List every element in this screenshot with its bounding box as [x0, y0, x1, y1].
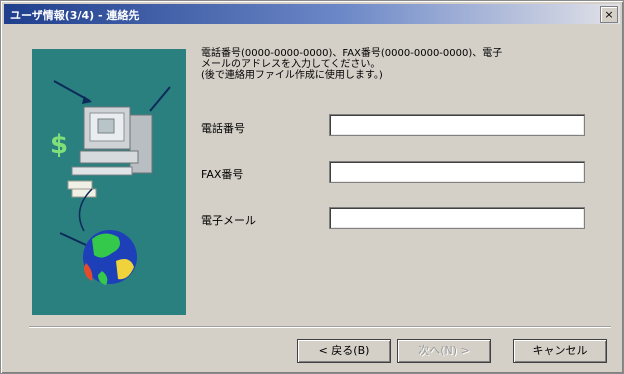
instruction-line: (後で連絡用ファイル作成に使用します。): [201, 70, 383, 81]
close-button[interactable]: ×: [600, 6, 618, 23]
phone-label: 電話番号: [201, 122, 245, 135]
back-button[interactable]: < 戻る(B): [297, 339, 391, 363]
close-icon: ×: [604, 8, 614, 21]
globe-icon: [83, 230, 137, 285]
fax-label: FAX番号: [201, 168, 244, 181]
cancel-button[interactable]: キャンセル: [513, 339, 607, 363]
button-divider: [29, 326, 611, 328]
instruction-line: 電話番号(0000-0000-0000)、FAX番号(0000-0000-000…: [201, 48, 503, 59]
email-label: 電子メール: [201, 214, 256, 227]
instruction-text: 電話番号(0000-0000-0000)、FAX番号(0000-0000-000…: [201, 48, 611, 81]
title-bar[interactable]: ユーザ情報(3/4) - 連絡先 ×: [4, 4, 620, 24]
instruction-line: メールのアドレスを入力してください。: [201, 59, 381, 70]
wizard-illustration: $: [32, 49, 186, 315]
arrow-icon: [59, 232, 87, 246]
window-title: ユーザ情報(3/4) - 連絡先: [10, 9, 140, 22]
svg-text:$: $: [50, 130, 68, 160]
email-field[interactable]: [329, 207, 585, 229]
dialog-window: ユーザ情報(3/4) - 連絡先 × $ 電話番号(0000-0000-0000…: [0, 0, 624, 374]
arrow-icon: [149, 86, 171, 112]
fax-field[interactable]: [329, 161, 585, 183]
phone-field[interactable]: [329, 114, 585, 136]
computer-icon: [71, 106, 153, 176]
next-button[interactable]: 次へ(N) >: [397, 339, 491, 363]
